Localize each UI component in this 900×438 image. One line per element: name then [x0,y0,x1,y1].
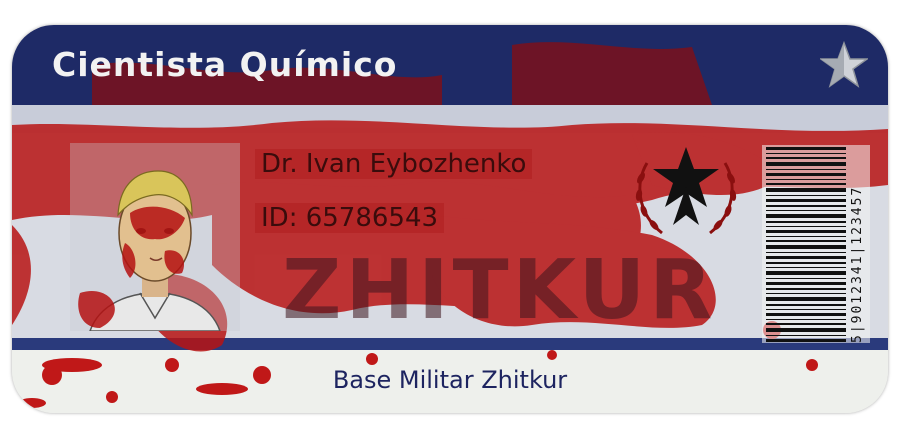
portrait-image [70,143,240,331]
watermark-text: ZHITKUR [282,243,717,338]
card-title: Cientista Químico [52,45,398,84]
base-label: Base Militar Zhitkur [332,366,568,394]
holder-name: Dr. Ivan Eybozhenko [255,149,533,179]
black-star-laurel-emblem [635,147,737,235]
id-card: Cientista Químico Dr. Ivan Eybozhenko ID… [12,25,888,413]
silver-star-icon [820,41,868,88]
holder-id: ID: 65786543 [255,203,445,233]
barcode-digits: 5|9012341|123457 [850,185,865,343]
